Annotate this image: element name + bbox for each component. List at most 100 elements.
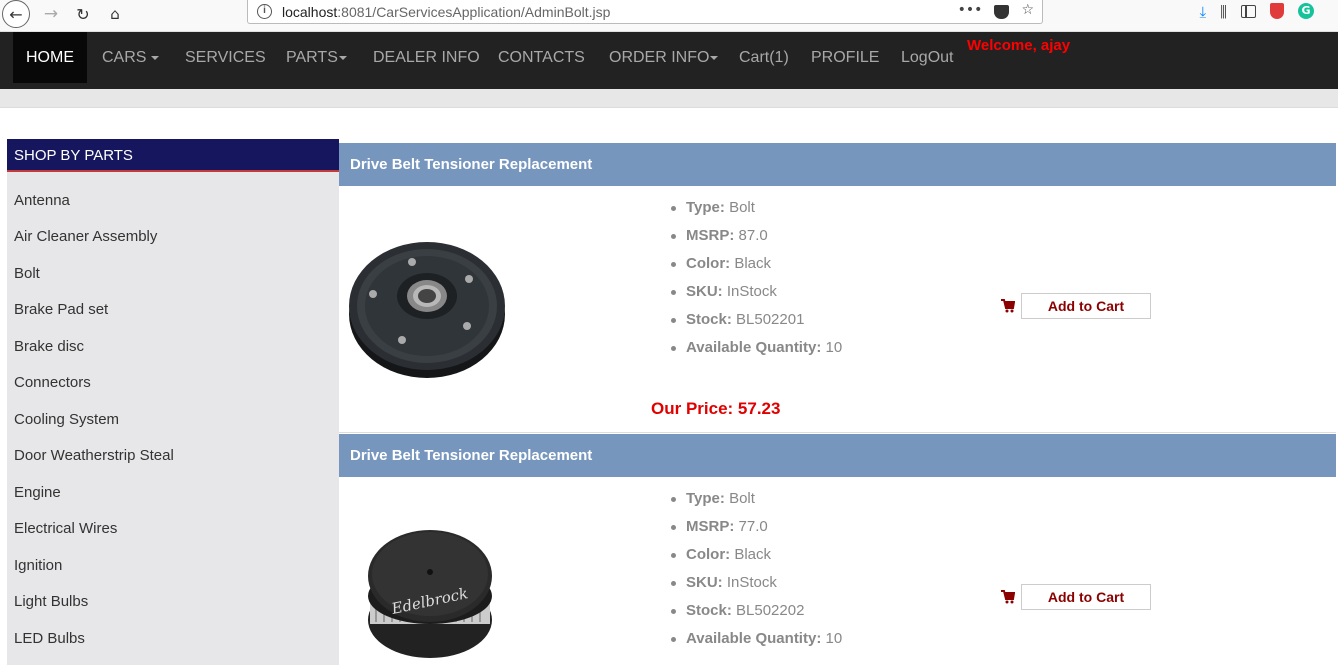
product-divider [339, 432, 1336, 433]
nav-dealer-info[interactable]: DEALER INFO [358, 32, 495, 83]
caret-down-icon [710, 55, 719, 60]
spec-label: Color: [686, 546, 731, 563]
nav-logout-label: LogOut [901, 48, 954, 66]
add-to-cart-group: Add to Cart [1001, 293, 1151, 319]
nav-logout[interactable]: LogOut [886, 32, 968, 83]
url-text[interactable]: localhost:8081/CarServicesApplication/Ad… [282, 4, 610, 20]
bookmark-star-icon[interactable]: ☆ [1021, 2, 1034, 19]
nav-dealer-info-label: DEALER INFO [373, 48, 480, 66]
nav-home-label: HOME [26, 48, 74, 66]
nav-profile-label: PROFILE [811, 48, 880, 66]
product-title: Drive Belt Tensioner Replacement [339, 143, 1336, 186]
nav-cart[interactable]: Cart(1) [724, 32, 804, 83]
spec-value: 87.0 [738, 227, 768, 244]
sidebar-toggle-icon[interactable] [1241, 5, 1256, 18]
spec-value: InStock [726, 574, 777, 591]
sidebar-item-cooling-system[interactable]: Cooling System [14, 411, 119, 428]
page-actions-icon[interactable]: ••• [958, 2, 983, 19]
spec-value: BL502201 [736, 311, 805, 328]
shop-by-parts-sidebar: SHOP BY PARTS Antenna Air Cleaner Assemb… [7, 139, 339, 665]
sidebar-item-bolt[interactable]: Bolt [14, 265, 40, 282]
browser-toolbar: ← → ↻ ⌂ i localhost:8081/CarServicesAppl… [0, 0, 1338, 32]
spec-label: Type: [686, 490, 725, 507]
forward-arrow-icon[interactable]: → [38, 1, 64, 27]
sidebar-item-brake-disc[interactable]: Brake disc [14, 338, 84, 355]
caret-down-icon [338, 55, 347, 60]
spec-item: Color: Black [671, 255, 842, 283]
sidebar-item-engine[interactable]: Engine [14, 484, 61, 501]
sidebar-item-brake-pad-set[interactable]: Brake Pad set [14, 301, 108, 318]
main-navbar: HOME CARS SERVICES PARTS DEALER INFO CON… [0, 32, 1338, 89]
shield-extension-icon[interactable] [1270, 3, 1284, 19]
spec-value: 10 [825, 630, 843, 647]
info-icon[interactable]: i [257, 4, 272, 19]
sidebar-item-light-bulbs[interactable]: Light Bulbs [14, 593, 88, 610]
spec-value: Bolt [729, 490, 755, 507]
air-cleaner-product-image: Edelbrock [368, 530, 492, 658]
add-to-cart-button[interactable]: Add to Cart [1021, 293, 1151, 319]
product-title: Drive Belt Tensioner Replacement [339, 434, 1336, 477]
spec-item: Type: Bolt [671, 490, 842, 518]
spec-item: Available Quantity: 10 [671, 339, 842, 367]
grammarly-icon[interactable]: G [1298, 3, 1314, 19]
add-to-cart-group: Add to Cart [1001, 584, 1151, 610]
url-host: localhost [282, 4, 338, 20]
spec-value: 10 [825, 339, 843, 356]
nav-profile[interactable]: PROFILE [796, 32, 894, 83]
nav-services[interactable]: SERVICES [170, 32, 281, 83]
spec-value: Bolt [729, 199, 755, 216]
reload-icon[interactable]: ↻ [70, 1, 96, 27]
library-icon[interactable]: ⫼ [1220, 3, 1227, 21]
pocket-icon[interactable] [994, 5, 1010, 19]
spec-item: SKU: InStock [671, 574, 842, 602]
add-to-cart-button[interactable]: Add to Cart [1021, 584, 1151, 610]
spec-value: InStock [726, 283, 777, 300]
sub-header-strip [0, 89, 1338, 108]
home-icon[interactable]: ⌂ [102, 1, 128, 27]
spec-item: Stock: BL502201 [671, 311, 842, 339]
spec-label: Color: [686, 255, 731, 272]
sidebar-item-door-weatherstrip[interactable]: Door Weatherstrip Steal [14, 447, 174, 464]
spec-label: Stock: [686, 602, 732, 619]
spec-item: MSRP: 87.0 [671, 227, 842, 255]
sidebar-item-antenna[interactable]: Antenna [14, 192, 70, 209]
nav-order-info[interactable]: ORDER INFO [594, 32, 733, 83]
back-arrow-icon[interactable]: ← [2, 0, 30, 28]
sidebar-title: SHOP BY PARTS [7, 139, 339, 172]
spec-value: 77.0 [738, 518, 768, 535]
sidebar-item-air-cleaner-assembly[interactable]: Air Cleaner Assembly [14, 228, 157, 245]
product-specs: Type: Bolt MSRP: 77.0 Color: Black SKU: … [671, 490, 842, 658]
spec-item: Stock: BL502202 [671, 602, 842, 630]
spec-value: Black [734, 255, 772, 272]
sidebar-item-connectors[interactable]: Connectors [14, 374, 91, 391]
nav-parts[interactable]: PARTS [271, 32, 362, 83]
download-icon[interactable]: ⤓ [1199, 3, 1206, 21]
spec-label: SKU: [686, 283, 723, 300]
address-bar[interactable]: i localhost:8081/CarServicesApplication/… [247, 0, 1043, 24]
spec-label: SKU: [686, 574, 723, 591]
nav-home[interactable]: HOME [13, 32, 87, 83]
spec-value: Black [734, 546, 772, 563]
spec-item: Color: Black [671, 546, 842, 574]
nav-contacts[interactable]: CONTACTS [483, 32, 600, 83]
spec-label: Available Quantity: [686, 630, 822, 647]
nav-services-label: SERVICES [185, 48, 266, 66]
pulley-product-image [349, 242, 505, 378]
nav-cars[interactable]: CARS [87, 32, 174, 83]
nav-contacts-label: CONTACTS [498, 48, 585, 66]
spec-item: SKU: InStock [671, 283, 842, 311]
shopping-cart-icon[interactable] [1001, 299, 1015, 313]
sidebar-item-ignition[interactable]: Ignition [14, 557, 62, 574]
sidebar-item-electrical-wires[interactable]: Electrical Wires [14, 520, 117, 537]
spec-item: Type: Bolt [671, 199, 842, 227]
sidebar-item-led-bulbs[interactable]: LED Bulbs [14, 630, 85, 647]
our-price: Our Price: 57.23 [651, 399, 781, 418]
spec-label: Type: [686, 199, 725, 216]
shopping-cart-icon[interactable] [1001, 590, 1015, 604]
spec-label: Stock: [686, 311, 732, 328]
spec-item: Available Quantity: 10 [671, 630, 842, 658]
spec-item: MSRP: 77.0 [671, 518, 842, 546]
spec-value: BL502202 [736, 602, 805, 619]
spec-label: MSRP: [686, 518, 735, 535]
spec-label: Available Quantity: [686, 339, 822, 356]
